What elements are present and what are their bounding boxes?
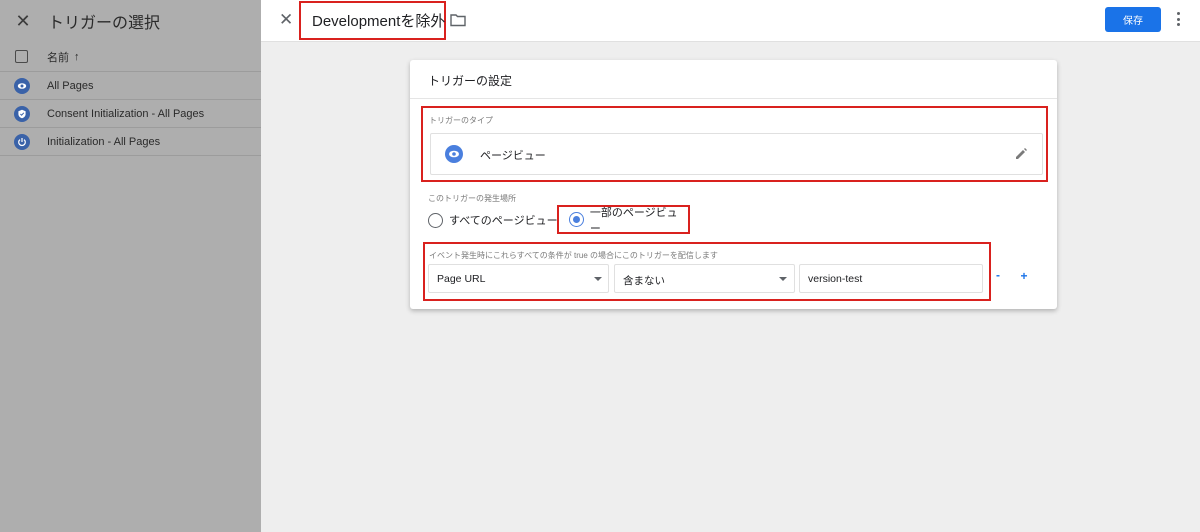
list-item-label: Consent Initialization - All Pages — [47, 107, 205, 120]
trigger-name-box[interactable]: Developmentを除外 — [299, 1, 446, 40]
column-header-row: 名前 ↑ — [0, 42, 261, 72]
trigger-type-section: トリガーのタイプ ページビュー — [421, 106, 1048, 182]
trigger-name[interactable]: Developmentを除外 — [312, 10, 445, 31]
operator-select[interactable]: 含まない — [614, 264, 795, 293]
fire-on-label: このトリガーの発生場所 — [428, 194, 516, 203]
list-item-label: Initialization - All Pages — [47, 135, 161, 148]
condition-value-input[interactable]: version-test — [799, 264, 983, 293]
eye-icon — [14, 77, 30, 94]
list-item[interactable]: Initialization - All Pages — [0, 128, 261, 156]
list-item[interactable]: All Pages — [0, 72, 261, 100]
radio-label: すべてのページビュー — [449, 215, 558, 227]
condition-label: イベント発生時にこれらすべての条件が true の場合にこのトリガーを配信します — [429, 251, 718, 260]
variable-select[interactable]: Page URL — [428, 264, 609, 293]
sort-arrow-icon[interactable]: ↑ — [74, 51, 80, 63]
variable-value: Page URL — [437, 273, 486, 285]
trigger-config-card: トリガーの設定 トリガーのタイプ ページビュー このトリガーの発生場所 すべての… — [410, 60, 1057, 309]
close-icon[interactable]: ✕ — [279, 11, 295, 28]
condition-section: イベント発生時にこれらすべての条件が true の場合にこのトリガーを配信します… — [423, 242, 991, 301]
trigger-list-header: ✕ トリガーの選択 — [0, 0, 261, 42]
chevron-down-icon — [594, 277, 602, 281]
radio-some-pageviews[interactable]: 一部のページビュー — [557, 205, 690, 235]
radio-button[interactable] — [428, 212, 443, 228]
add-condition-button[interactable]: + — [1018, 270, 1030, 282]
trigger-type-label: トリガーのタイプ — [429, 116, 493, 125]
folder-icon[interactable] — [450, 13, 466, 27]
editor-header: ✕ Developmentを除外 保存 — [261, 0, 1200, 42]
operator-value: 含まない — [623, 275, 665, 287]
trigger-type-value: ページビュー — [480, 150, 546, 162]
shield-icon — [14, 105, 30, 122]
trigger-type-selector[interactable]: ページビュー — [430, 133, 1043, 175]
chevron-down-icon — [779, 277, 787, 281]
power-icon — [14, 133, 30, 150]
card-title: トリガーの設定 — [428, 74, 513, 88]
eye-icon — [445, 145, 463, 163]
pencil-icon[interactable] — [1014, 147, 1028, 161]
more-vert-icon[interactable] — [1177, 12, 1181, 26]
trigger-list-panel: ✕ トリガーの選択 名前 ↑ All Pages Consent Initial… — [0, 0, 261, 532]
list-item-label: All Pages — [47, 79, 94, 92]
condition-value: version-test — [808, 273, 863, 285]
radio-all-pageviews[interactable]: すべてのページビュー — [428, 212, 558, 228]
column-name-header[interactable]: 名前 — [47, 49, 69, 65]
list-item[interactable]: Consent Initialization - All Pages — [0, 100, 261, 128]
radio-label: 一部のページビュー — [589, 206, 678, 235]
remove-condition-button[interactable]: - — [992, 267, 1004, 283]
radio-button-selected[interactable] — [569, 212, 584, 227]
save-button[interactable]: 保存 — [1105, 7, 1161, 32]
divider — [410, 98, 1057, 99]
close-icon[interactable]: ✕ — [14, 12, 32, 30]
select-all-checkbox[interactable] — [15, 50, 28, 63]
trigger-editor: ✕ Developmentを除外 保存 トリガーの設定 トリガーのタイプ ページ… — [261, 0, 1200, 532]
trigger-list-title: トリガーの選択 — [48, 15, 161, 32]
